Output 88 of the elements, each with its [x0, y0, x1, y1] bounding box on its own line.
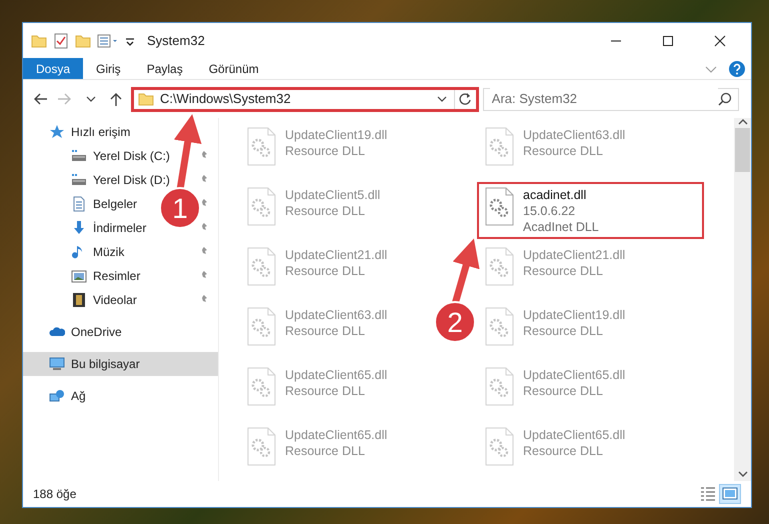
gear-file-icon[interactable] [483, 247, 515, 287]
checklist-icon[interactable] [53, 32, 69, 48]
picture-icon [71, 268, 87, 284]
large-buttons-view-icon[interactable] [719, 484, 741, 504]
file-detail: Resource DLL [523, 143, 604, 159]
monitor-icon [49, 356, 65, 372]
file-name: UpdateClient65.dll [523, 367, 626, 383]
forward-icon [58, 92, 72, 106]
file-detail: Resource DLL [285, 203, 366, 219]
sidebar-item[interactable]: Ağ [71, 387, 86, 405]
gear-file-icon[interactable] [245, 127, 277, 167]
folder-icon [138, 91, 154, 107]
scroll-down-icon[interactable] [738, 470, 748, 478]
file-detail: Resource DLL [523, 383, 604, 399]
ribbon-tab[interactable]: Görünüm [196, 58, 272, 79]
network-icon [49, 388, 65, 404]
file-name: UpdateClient65.dll [523, 427, 626, 443]
folder-icon[interactable] [75, 32, 91, 48]
sidebar-item[interactable]: Bu bilgisayar [23, 352, 218, 376]
gear-file-icon[interactable] [245, 307, 277, 347]
film-icon [71, 292, 87, 308]
file-detail: Resource DLL [285, 443, 366, 459]
gear-file-icon[interactable] [245, 247, 277, 287]
sidebar-item[interactable]: Videolar [93, 291, 137, 309]
back-icon [32, 92, 47, 106]
sidebar-item[interactable]: Hızlı erişim [71, 123, 130, 141]
file-name: UpdateClient21.dll [285, 247, 388, 263]
folder-icon[interactable] [31, 32, 47, 48]
gear-file-icon[interactable] [483, 427, 515, 467]
gear-file-icon[interactable] [245, 367, 277, 407]
star-icon [49, 124, 65, 140]
file-detail: 15.0.6.22 [523, 203, 576, 219]
details-view-icon [700, 486, 716, 502]
highlighted-file-item[interactable]: acadinet.dll 15.0.6.22 AcadInet DLL [477, 182, 704, 239]
file-name: UpdateClient21.dll [523, 247, 626, 263]
sidebar-item[interactable]: OneDrive [71, 323, 122, 341]
file-detail: Resource DLL [523, 323, 604, 339]
callout-number: 1 [159, 187, 201, 229]
scroll-up-icon[interactable] [738, 118, 748, 126]
file-detail: Resource DLL [523, 443, 604, 459]
sidebar-item[interactable]: İndirmeler [93, 219, 146, 237]
file-name: UpdateClient19.dll [523, 307, 626, 323]
gear-file-icon[interactable] [245, 427, 277, 467]
file-detail: Resource DLL [285, 263, 366, 279]
sidebar-item[interactable]: Resimler [93, 267, 140, 285]
up-arrow-icon [109, 92, 124, 106]
gear-file-icon[interactable] [483, 307, 515, 347]
gear-file-icon[interactable] [483, 127, 515, 167]
scroll-thumb[interactable] [735, 128, 750, 172]
scrollbar[interactable] [734, 118, 751, 481]
download-arrow-icon [71, 220, 87, 236]
sidebar-item[interactable]: Belgeler [93, 195, 138, 213]
ribbon-tab[interactable]: Giriş [83, 58, 134, 79]
large-icons-view-icon [722, 486, 738, 502]
file-detail: AcadInet DLL [523, 219, 599, 235]
ribbon-tab[interactable]: Paylaş [134, 58, 196, 79]
help-icon[interactable] [729, 60, 745, 76]
gear-file-icon [483, 187, 515, 227]
gear-file-icon[interactable] [245, 187, 277, 227]
highlighted-address-field[interactable]: C:\Windows\System32 [130, 86, 479, 112]
document-icon [71, 196, 87, 212]
file-detail: Resource DLL [523, 263, 604, 279]
item-count: 188 öğe [33, 486, 76, 503]
sidebar-item[interactable]: Müzik [93, 243, 124, 261]
file-detail: Resource DLL [285, 383, 366, 399]
refresh-icon [458, 92, 472, 106]
file-name: UpdateClient63.dll [523, 127, 626, 143]
sidebar-item[interactable]: Yerel Disk (D:) [93, 171, 170, 189]
properties-icon[interactable] [97, 32, 119, 48]
file-detail: Resource DLL [285, 323, 366, 339]
file-name: UpdateClient65.dll [285, 367, 388, 383]
window-title: System32 [147, 32, 205, 50]
maximize-icon [662, 34, 674, 46]
callout-number: 2 [434, 301, 476, 343]
close-icon [714, 34, 726, 46]
sidebar-item[interactable]: Yerel Disk (C:) [93, 147, 170, 165]
file-detail: Resource DLL [285, 143, 366, 159]
gear-file-icon[interactable] [483, 367, 515, 407]
file-name: UpdateClient65.dll [285, 427, 388, 443]
file-name: UpdateClient5.dll [285, 187, 380, 203]
file-name: UpdateClient19.dll [285, 127, 388, 143]
drive-icon [71, 148, 87, 164]
file-name: UpdateClient63.dll [285, 307, 388, 323]
file-name: acadinet.dll [523, 187, 588, 203]
drive-icon [71, 172, 87, 188]
search-icon [718, 92, 732, 106]
address-path: C:\Windows\System32 [160, 90, 291, 108]
search-field[interactable]: Ara: System32 [482, 88, 739, 110]
